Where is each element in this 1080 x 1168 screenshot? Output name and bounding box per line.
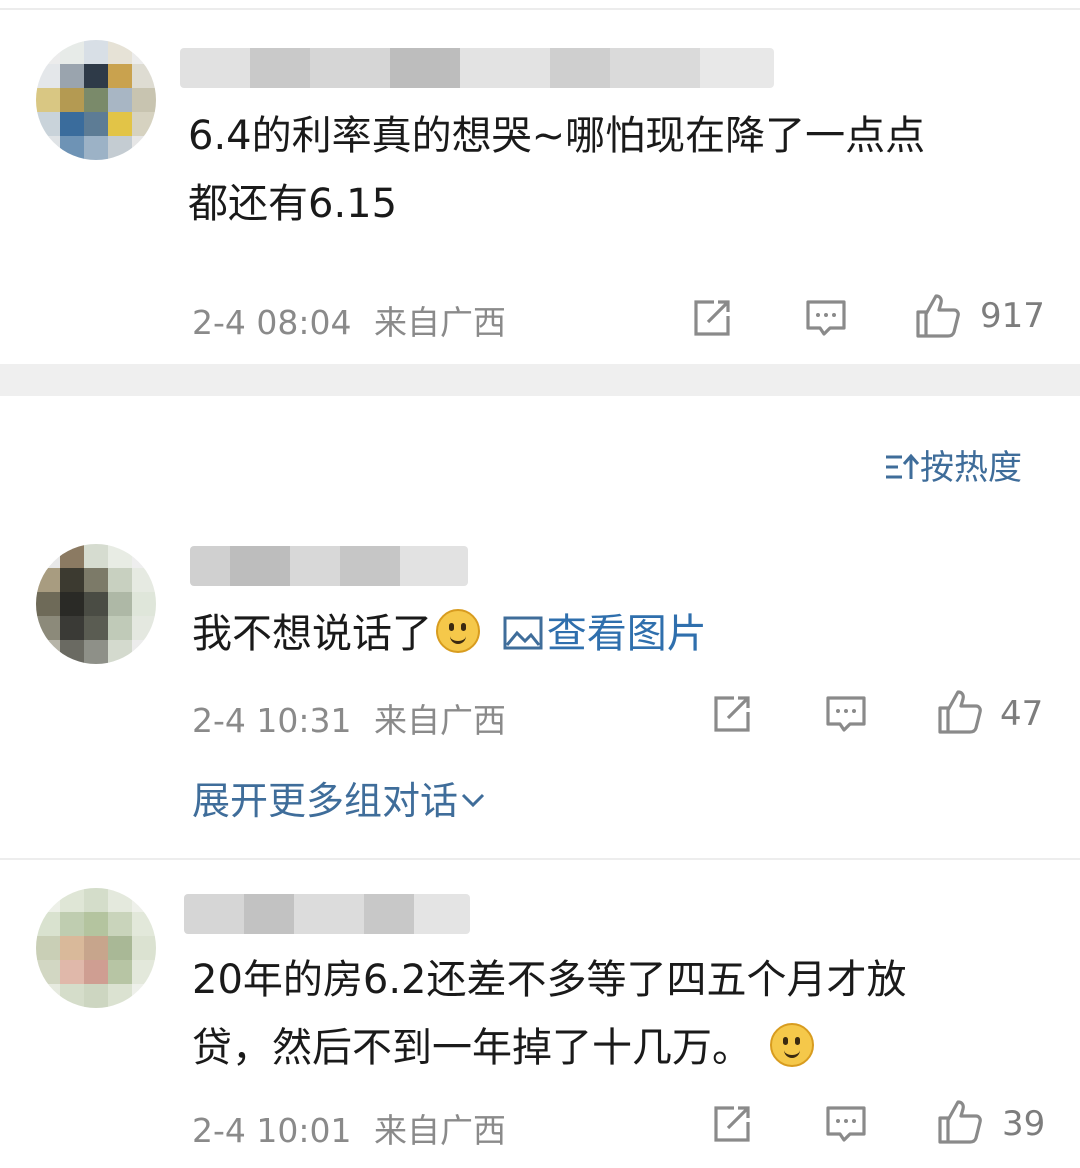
- comment-text: 20年的房6.2还差不多等了四五个月才放 贷，然后不到一年掉了十几万。: [192, 946, 907, 1082]
- top-divider: [0, 8, 1080, 10]
- thumbs-up-icon[interactable]: [914, 292, 962, 340]
- view-image-label: 查看图片: [546, 611, 707, 657]
- expand-more-replies-link[interactable]: 展开更多组对话: [192, 770, 486, 825]
- avatar[interactable]: [36, 544, 156, 664]
- repost-icon[interactable]: [690, 296, 734, 340]
- location: 来自广西: [374, 1111, 506, 1150]
- timestamp: 2-4 10:01: [192, 1111, 352, 1150]
- comment-separator: [0, 858, 1080, 860]
- avatar[interactable]: [36, 888, 156, 1008]
- location: 来自广西: [374, 701, 506, 740]
- username-blurred[interactable]: [184, 894, 470, 934]
- sort-label: 按热度: [920, 448, 1022, 488]
- comment-text-line: 贷，然后不到一年掉了十几万。: [192, 1025, 752, 1071]
- repost-icon[interactable]: [710, 692, 754, 736]
- comment-icon[interactable]: [824, 692, 868, 736]
- comment-meta: 2-4 10:31 来自广西: [192, 694, 506, 742]
- username-blurred[interactable]: [190, 546, 468, 586]
- comment-icon[interactable]: [824, 1102, 868, 1146]
- comment-meta: 2-4 08:04 来自广西: [192, 296, 506, 344]
- like-count: 47: [1000, 694, 1044, 734]
- username-blurred[interactable]: [180, 48, 774, 88]
- smile-emoji-icon: [770, 1023, 814, 1067]
- avatar[interactable]: [36, 40, 156, 160]
- thinking-emoji-icon: [436, 609, 480, 653]
- comment-text: 6.4的利率真的想哭~哪怕现在降了一点点 都还有6.15: [188, 102, 925, 238]
- image-icon: [503, 616, 543, 650]
- comment-text-line: 6.4的利率真的想哭~哪怕现在降了一点点: [188, 113, 926, 159]
- comment-text-line: 我不想说话了: [192, 611, 432, 657]
- section-divider: [0, 364, 1080, 396]
- sort-icon: [886, 453, 920, 479]
- comment-text-line: 都还有6.15: [188, 181, 398, 227]
- thumbs-up-icon[interactable]: [936, 1098, 984, 1146]
- timestamp: 2-4 08:04: [192, 303, 352, 342]
- expand-label: 展开更多组对话: [192, 779, 459, 823]
- like-count: 917: [980, 296, 1045, 336]
- location: 来自广西: [374, 303, 506, 342]
- comment-meta: 2-4 10:01 来自广西: [192, 1104, 506, 1152]
- chevron-down-icon: [461, 793, 485, 808]
- like-count: 39: [1002, 1104, 1046, 1144]
- view-image-link[interactable]: 查看图片: [503, 611, 707, 657]
- comment-text-line: 20年的房6.2还差不多等了四五个月才放: [192, 957, 907, 1003]
- timestamp: 2-4 10:31: [192, 701, 352, 740]
- sort-by-hot-button[interactable]: 按热度: [884, 440, 1022, 489]
- repost-icon[interactable]: [710, 1102, 754, 1146]
- thumbs-up-icon[interactable]: [936, 688, 984, 736]
- comment-icon[interactable]: [804, 296, 848, 340]
- comment-text-line-wrap: 贷，然后不到一年掉了十几万。: [192, 1014, 907, 1082]
- comment-text: 我不想说话了 查看图片: [192, 600, 707, 668]
